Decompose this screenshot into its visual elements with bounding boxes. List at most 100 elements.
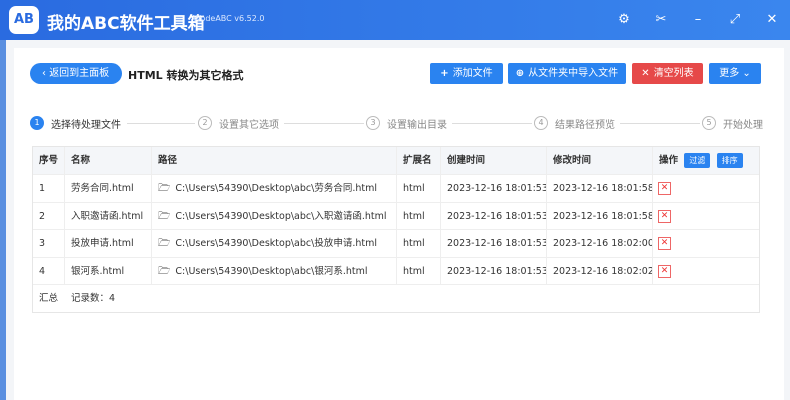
sort-button[interactable]: 排序 (716, 153, 743, 168)
clear-list-label: 清空列表 (653, 68, 694, 79)
row-path: 🗁 C:\Users\54390\Desktop\abc\银河系.html (152, 257, 397, 284)
row-no: 4 (33, 257, 65, 284)
step-5-label: 开始处理 (723, 120, 763, 131)
app-version: WodeABC v6.52.0 (193, 14, 265, 23)
row-actions: ✕ (653, 258, 761, 285)
row-name: 入职邀请函.html (65, 202, 152, 229)
row-mtime: 2023-12-16 18:02:00 (547, 230, 653, 257)
table-row: 4 银河系.html 🗁 C:\Users\54390\Desktop\abc\银… (33, 257, 761, 285)
close-icon[interactable]: ✕ (761, 10, 783, 30)
row-actions: ✕ (653, 175, 761, 202)
step-1-label: 选择待处理文件 (51, 120, 121, 131)
row-mtime: 2023-12-16 18:01:58 (547, 175, 653, 202)
back-label: 返回到主面板 (49, 68, 110, 79)
step-5-number: 5 (702, 116, 716, 130)
col-header-ext: 扩展名 (397, 147, 441, 174)
col-header-op: 操作 过滤 排序 (653, 147, 761, 174)
row-path-text: C:\Users\54390\Desktop\abc\劳务合同.html (175, 183, 377, 194)
plus-icon: + (440, 68, 449, 79)
row-path: 🗁 C:\Users\54390\Desktop\abc\投放申请.html (152, 230, 397, 257)
plus-circle-icon: ⊕ (515, 68, 525, 79)
row-mtime: 2023-12-16 18:02:02 (547, 257, 653, 284)
row-actions: ✕ (653, 230, 761, 257)
folder-icon: 🗁 (158, 210, 171, 222)
row-ext: html (397, 175, 441, 202)
import-folder-label: 从文件夹中导入文件 (528, 68, 619, 79)
table-row: 1 劳务合同.html 🗁 C:\Users\54390\Desktop\abc\… (33, 175, 759, 203)
op-label: 操作 (659, 155, 679, 166)
title-bar: AB 我的ABC软件工具箱 WodeABC v6.52.0 ⚙ ✂ – ⤢ ✕ (0, 0, 790, 40)
step-2-label: 设置其它选项 (219, 120, 279, 131)
col-header-name: 名称 (65, 147, 152, 174)
row-name: 投放申请.html (65, 230, 152, 257)
row-ext: html (397, 202, 441, 229)
step-4-label: 结果路径预览 (555, 120, 615, 131)
table-header: 序号 名称 路径 扩展名 创建时间 修改时间 操作 过滤 排序 (33, 147, 759, 175)
row-name: 劳务合同.html (65, 175, 152, 202)
app-logo: AB (9, 6, 39, 34)
delete-row-button[interactable]: ✕ (658, 182, 671, 195)
chevron-down-icon: ⌄ (739, 68, 751, 79)
folder-icon: 🗁 (158, 265, 171, 277)
step-3-number: 3 (366, 116, 380, 130)
row-path-text: C:\Users\54390\Desktop\abc\入职邀请函.html (175, 210, 387, 222)
file-table: 序号 名称 路径 扩展名 创建时间 修改时间 操作 过滤 排序 1 劳务合同.h… (32, 146, 760, 313)
minimize-icon[interactable]: – (687, 10, 709, 30)
folder-icon: 🗁 (158, 238, 171, 249)
row-ctime: 2023-12-16 18:01:53 (441, 257, 547, 284)
row-path-text: C:\Users\54390\Desktop\abc\银河系.html (175, 265, 368, 277)
step-1-number: 1 (30, 116, 44, 130)
row-no: 2 (33, 202, 65, 229)
row-ext: html (397, 230, 441, 257)
step-3-label: 设置输出目录 (387, 120, 447, 131)
step-2-number: 2 (198, 116, 212, 130)
col-header-mtime: 修改时间 (547, 147, 653, 174)
clear-list-button[interactable]: ✕ 清空列表 (632, 63, 703, 84)
page-title: HTML 转换为其它格式 (128, 69, 244, 82)
import-from-folder-button[interactable]: ⊕ 从文件夹中导入文件 (508, 63, 626, 84)
step-connector (127, 123, 195, 124)
row-path: 🗁 C:\Users\54390\Desktop\abc\劳务合同.html (152, 175, 397, 202)
row-no: 3 (33, 230, 65, 257)
app-title: 我的ABC软件工具箱 (47, 14, 205, 34)
row-ctime: 2023-12-16 18:01:53 (441, 175, 547, 202)
add-file-button[interactable]: + 添加文件 (430, 63, 503, 84)
row-name: 银河系.html (65, 257, 152, 284)
row-mtime: 2023-12-16 18:01:58 (547, 202, 653, 229)
content-card: ‹ 返回到主面板 HTML 转换为其它格式 + 添加文件 ⊕ 从文件夹中导入文件 ✕… (14, 48, 784, 400)
col-header-path: 路径 (152, 147, 397, 174)
close-icon: ✕ (641, 68, 650, 79)
more-label: 更多 (719, 68, 740, 79)
delete-row-button[interactable]: ✕ (658, 264, 671, 278)
step-4-number: 4 (534, 116, 548, 130)
summary-label: 汇总 (39, 293, 59, 304)
summary-row: 汇总 记录数：4 (33, 285, 759, 312)
folder-icon: 🗁 (158, 183, 171, 194)
row-path-text: C:\Users\54390\Desktop\abc\投放申请.html (175, 238, 377, 249)
back-to-main-button[interactable]: ‹ 返回到主面板 (30, 63, 122, 84)
col-header-ctime: 创建时间 (441, 147, 547, 174)
delete-row-button[interactable]: ✕ (658, 209, 671, 223)
row-actions: ✕ (653, 203, 761, 230)
gear-icon[interactable]: ⚙ (613, 10, 635, 30)
step-progress: 1 选择待处理文件 2 设置其它选项 3 设置输出目录 4 结果路径预览 5 开… (14, 112, 784, 132)
main-panel: ‹ 返回到主面板 HTML 转换为其它格式 + 添加文件 ⊕ 从文件夹中导入文件 ✕… (6, 40, 790, 400)
step-connector (284, 123, 364, 124)
row-ext: html (397, 257, 441, 284)
step-connector (452, 123, 532, 124)
more-button[interactable]: 更多 ⌄ (709, 63, 761, 84)
table-row: 2 入职邀请函.html 🗁 C:\Users\54390\Desktop\abc… (33, 202, 761, 230)
scissors-icon[interactable]: ✂ (650, 10, 672, 30)
row-ctime: 2023-12-16 18:01:53 (441, 202, 547, 229)
step-connector (620, 123, 700, 124)
col-header-no: 序号 (33, 147, 65, 174)
maximize-icon[interactable]: ⤢ (724, 10, 746, 30)
record-count: 记录数：4 (71, 293, 116, 304)
filter-button[interactable]: 过滤 (684, 153, 711, 168)
row-ctime: 2023-12-16 18:01:53 (441, 230, 547, 257)
row-path: 🗁 C:\Users\54390\Desktop\abc\入职邀请函.html (152, 202, 397, 229)
row-no: 1 (33, 175, 65, 202)
delete-row-button[interactable]: ✕ (658, 237, 671, 250)
table-row: 3 投放申请.html 🗁 C:\Users\54390\Desktop\abc\… (33, 230, 759, 258)
add-file-label: 添加文件 (452, 68, 493, 79)
